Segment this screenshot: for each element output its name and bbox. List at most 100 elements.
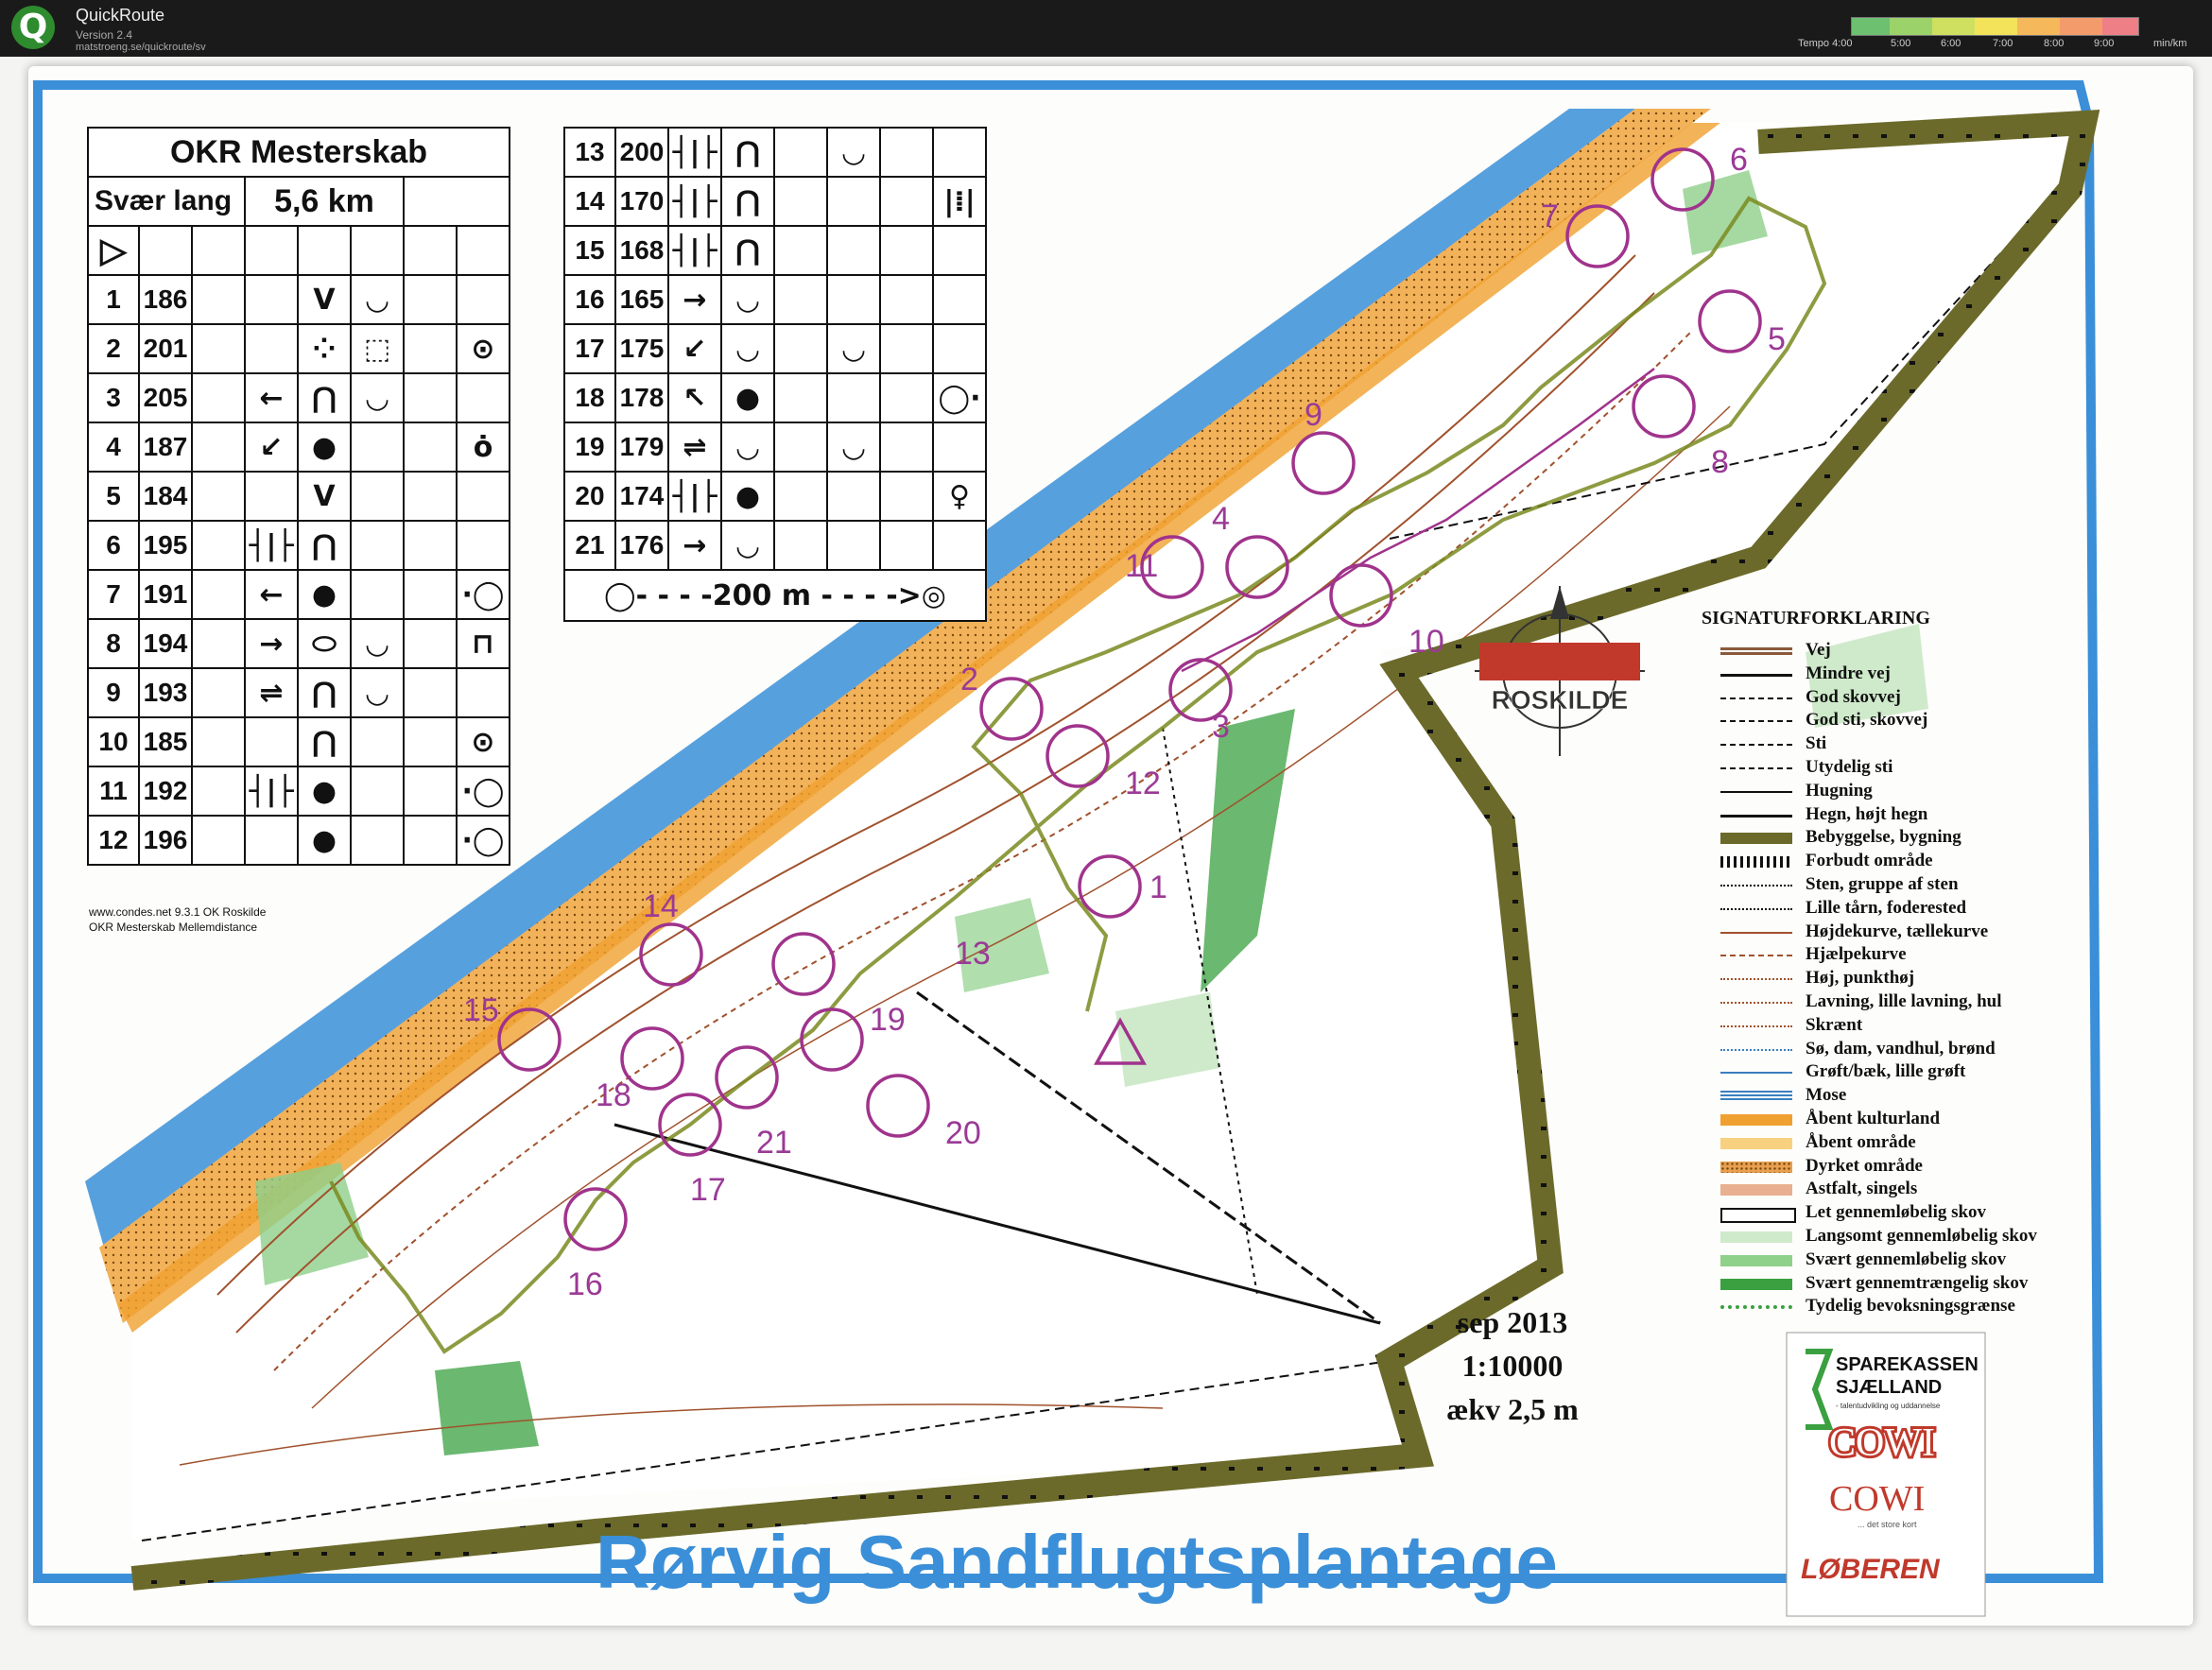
map-title: Rørvig Sandflugtsplantage: [596, 1520, 1558, 1604]
control-symbol: [456, 520, 510, 571]
legend-symbol: [1720, 1072, 1792, 1075]
legend-label: Utydelig sti: [1806, 757, 1893, 777]
control-code: 168: [614, 225, 669, 276]
map-scale: 1:10000: [1462, 1349, 1564, 1383]
control-number-9: 9: [1305, 397, 1322, 433]
legend-symbol: [1720, 1002, 1792, 1004]
control-symbol: [191, 422, 246, 473]
control-number: 4: [87, 422, 140, 473]
legend-label: Dyrket område: [1806, 1155, 1923, 1176]
control-symbol: [932, 422, 987, 473]
legend-symbol: [1720, 955, 1792, 957]
control-symbol: [773, 225, 828, 276]
sponsor-cowi-1: COWI: [1829, 1421, 1935, 1465]
control-symbol: [403, 618, 458, 669]
legend-symbol: [1720, 1254, 1792, 1266]
control-symbol: ●: [297, 766, 352, 817]
control-number-3: 3: [1212, 709, 1230, 745]
legend-title: SIGNATURFORKLARING: [1702, 608, 1930, 628]
legend-symbol: [1720, 1305, 1792, 1310]
legend-label: God sti, skovvej: [1806, 710, 1928, 731]
scanned-map-sheet[interactable]: 1 2 3 4 5 6 7 8 9 10 11 12 13 14 15 16 1…: [28, 66, 2193, 1626]
card-length: 5,6 km: [244, 176, 405, 227]
control-code: 178: [614, 372, 669, 423]
control-symbol: [191, 323, 246, 374]
control-symbol: ⁘: [297, 323, 352, 374]
control-row: 16 165 → ◡: [563, 274, 987, 325]
legend-symbol: [1720, 978, 1792, 981]
control-row: 15 168 ┤|├ ⋂: [563, 225, 987, 276]
control-symbol: V: [297, 471, 352, 522]
control-symbol: [350, 520, 405, 571]
control-symbol: [244, 471, 299, 522]
control-symbol: ◯·: [932, 372, 987, 423]
control-symbol: [403, 274, 458, 325]
control-symbol: ◡: [720, 323, 775, 374]
control-row: 3 205 ← ⋂ ◡: [87, 372, 510, 423]
control-row: 7 191 ← ● ·◯: [87, 569, 510, 620]
tempo-tick: 6:00: [1941, 38, 1961, 49]
legend-label: Hugning: [1806, 780, 1873, 801]
control-row: 10 185 ⋂ ⊙: [87, 716, 510, 767]
control-code: 179: [614, 422, 669, 473]
control-symbol: [244, 815, 299, 866]
control-symbol: ⇌: [244, 667, 299, 718]
control-number-12: 12: [1125, 766, 1161, 801]
control-symbol: [826, 225, 881, 276]
legend-label: Højdekurve, tællekurve: [1806, 921, 1989, 941]
sponsor-sparekassen: SPAREKASSEN: [1836, 1354, 1979, 1375]
control-symbol: ⋂: [720, 225, 775, 276]
control-row: 13 200 ┤|├ ⋂ ◡: [563, 127, 987, 178]
control-number: 20: [563, 471, 616, 522]
control-symbol: ⊓: [456, 618, 510, 669]
control-number: 12: [87, 815, 140, 866]
control-number: 3: [87, 372, 140, 423]
card-class: Svær lang: [87, 176, 246, 227]
control-code: 186: [138, 274, 193, 325]
control-symbol: ←: [244, 372, 299, 423]
legend-symbol: [1720, 1278, 1792, 1290]
control-number: 10: [87, 716, 140, 767]
control-symbol: [879, 323, 934, 374]
control-symbol: [826, 520, 881, 571]
control-symbol: [773, 323, 828, 374]
control-symbol: [879, 127, 934, 178]
legend-label: Hjælpekurve: [1806, 944, 1907, 965]
control-number-1: 1: [1149, 869, 1167, 905]
control-code: 205: [138, 372, 193, 423]
control-symbol: [403, 372, 458, 423]
control-symbol: ┤|├: [244, 766, 299, 817]
control-symbol: ◡: [720, 520, 775, 571]
control-code: 176: [614, 520, 669, 571]
card-title: OKR Mesterskab: [87, 127, 510, 178]
legend-symbol: [1720, 697, 1792, 699]
control-symbol: ⊙: [456, 323, 510, 374]
control-symbol: ↙: [244, 422, 299, 473]
legend-label: Skrænt: [1806, 1014, 1863, 1035]
control-code: 174: [614, 471, 669, 522]
control-number: 15: [563, 225, 616, 276]
control-symbol: [826, 471, 881, 522]
legend-symbol: [1720, 1048, 1792, 1051]
legend-label: Sø, dam, vandhul, brønd: [1806, 1038, 1996, 1059]
tempo-tick: 7:00: [1993, 38, 2013, 49]
control-row: 1 186 V ◡: [87, 274, 510, 325]
control-symbol: ●: [297, 569, 352, 620]
control-symbol: [403, 471, 458, 522]
control-number-13: 13: [955, 936, 991, 972]
control-number: 18: [563, 372, 616, 423]
control-symbol: [879, 274, 934, 325]
control-symbol: [879, 176, 934, 227]
tempo-tick: 8:00: [2044, 38, 2065, 49]
control-symbol: [191, 815, 246, 866]
control-symbol: [350, 422, 405, 473]
control-symbol: [456, 667, 510, 718]
control-symbol: [191, 667, 246, 718]
control-symbol: ◡: [826, 422, 881, 473]
control-code: 187: [138, 422, 193, 473]
app-title-bar: Q QuickRoute Version 2.4 matstroeng.se/q…: [0, 0, 2212, 57]
control-number-5: 5: [1768, 321, 1786, 357]
control-code: 193: [138, 667, 193, 718]
control-symbol: →: [667, 274, 722, 325]
control-symbol: [826, 274, 881, 325]
